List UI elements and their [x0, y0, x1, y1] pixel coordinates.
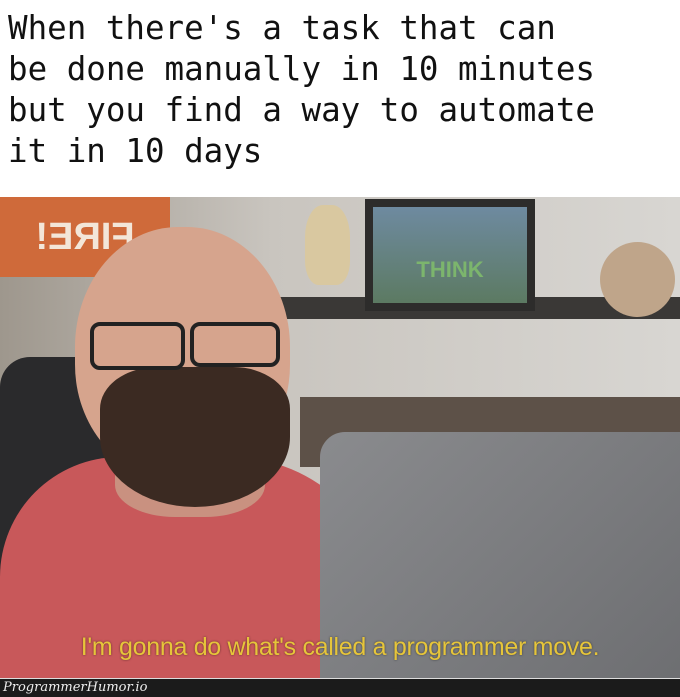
glasses-right-lens: [190, 322, 280, 367]
owl-figurine: [305, 205, 350, 285]
watermark-bar: ProgrammerHumor.io: [0, 678, 680, 697]
video-subtitle: I'm gonna do what's called a programmer …: [80, 633, 600, 661]
beard: [100, 367, 290, 507]
picture-frame: THINK: [365, 199, 535, 311]
meme-photo: FIRE! THINK I'm gonna do what's called a…: [0, 197, 680, 678]
meme-caption: When there's a task that can be done man…: [8, 9, 595, 170]
frame-text: THINK: [373, 207, 527, 303]
decorative-sphere: [600, 242, 675, 317]
caption-panel: When there's a task that can be done man…: [0, 0, 680, 197]
watermark: ProgrammerHumor.io: [3, 680, 148, 695]
glasses-left-lens: [90, 322, 185, 370]
